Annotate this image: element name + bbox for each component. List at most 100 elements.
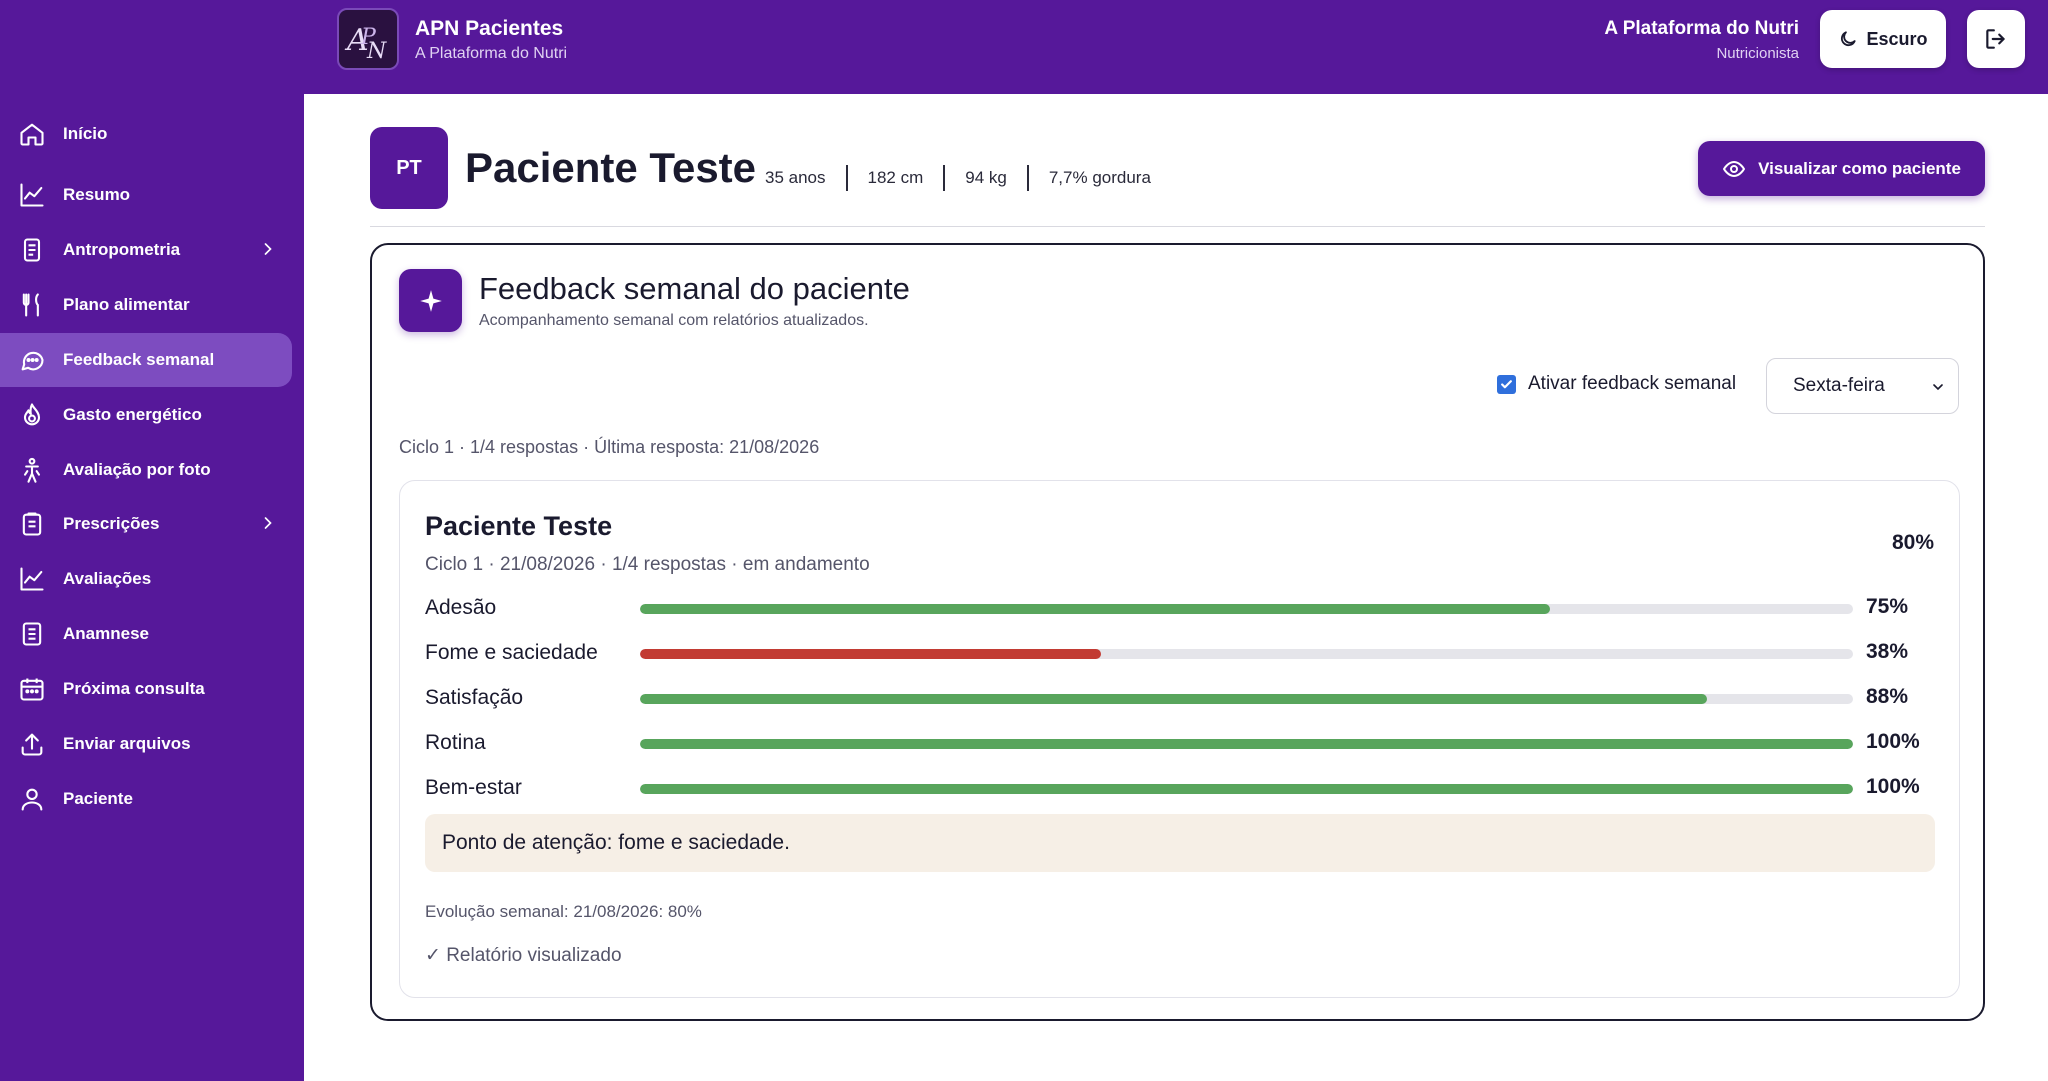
cycle-info: Ciclo 1 · 1/4 respostas · Última respost… [399, 437, 820, 457]
person-icon [23, 457, 41, 483]
score-label: Bem-estar [425, 776, 522, 799]
score-bar-fill [640, 784, 1853, 794]
sidebar-item-label: Avaliações [63, 569, 152, 588]
calendar-icon [20, 678, 44, 701]
score-bar-track [640, 739, 1853, 749]
patient-metrics: 35 anos 182 cm 94 kg 7,7% gordura [765, 165, 1171, 191]
sidebar: Início Resumo Antropometria Plano alimen… [0, 94, 304, 1081]
chevron-right-icon [264, 243, 272, 255]
attention-note: Ponto de atenção: fome e saciedade. [425, 814, 1935, 872]
chart-line-icon [20, 567, 44, 591]
app-subtitle: A Plataforma do Nutri [415, 45, 568, 62]
home-icon [20, 123, 44, 146]
sidebar-item-feedback-semanal[interactable]: Feedback semanal [0, 333, 292, 387]
view-as-patient-label: Visualizar como paciente [1758, 158, 1961, 178]
sidebar-item-label: Feedback semanal [63, 350, 215, 369]
weekly-evolution: Evolução semanal: 21/08/2026: 80% [425, 902, 702, 921]
svg-text:N: N [366, 39, 387, 64]
sidebar-item-inicio[interactable]: Início [0, 107, 292, 161]
feedback-title: Feedback semanal do paciente [479, 271, 910, 306]
chevron-down-icon [1933, 384, 1943, 391]
section-divider [370, 226, 1985, 227]
clipboard-icon [23, 238, 41, 262]
sidebar-item-avaliacao-por-foto[interactable]: Avaliação por foto [0, 443, 292, 497]
sidebar-item-prescricoes[interactable]: Prescrições [0, 497, 292, 551]
score-row: Bem-estar 100% [425, 774, 1935, 804]
report-total-score: 80% [1891, 531, 1934, 554]
score-percent: 100% [1866, 775, 1920, 798]
report-card: Paciente Teste 80% Ciclo 1 · 21/08/2026 … [399, 480, 1960, 998]
report-viewed-status: ✓ Relatório visualizado [425, 945, 622, 966]
logout-button[interactable] [1967, 10, 2025, 68]
sidebar-item-avaliacoes[interactable]: Avaliações [0, 552, 292, 606]
score-row: Fome e saciedade 38% [425, 639, 1935, 669]
score-row: Adesão 75% [425, 594, 1935, 624]
score-label: Fome e saciedade [425, 641, 598, 664]
patient-name: Paciente Teste [465, 144, 757, 191]
weekday-select[interactable]: Sexta-feira [1766, 358, 1959, 414]
sidebar-item-proxima-consulta[interactable]: Próxima consulta [0, 662, 292, 716]
patient-body-fat: 7,7% gordura [1026, 165, 1171, 191]
eye-icon [1723, 160, 1746, 177]
chat-bubble-icon [21, 351, 44, 371]
feedback-subtitle: Acompanhamento semanal com relatórios at… [479, 312, 869, 329]
sidebar-item-label: Enviar arquivos [63, 734, 191, 753]
score-bar-fill [640, 649, 1101, 659]
sidebar-item-label: Avaliação por foto [63, 460, 211, 479]
score-percent: 100% [1866, 730, 1920, 753]
sidebar-item-label: Resumo [63, 185, 131, 204]
patient-height: 182 cm [845, 165, 944, 191]
score-percent: 38% [1866, 640, 1909, 663]
score-bar-fill [640, 739, 1853, 749]
theme-toggle-label: Escuro [1866, 28, 1928, 49]
theme-toggle-button[interactable]: Escuro [1820, 10, 1946, 68]
upload-icon [21, 733, 43, 756]
report-meta: Ciclo 1 · 21/08/2026 · 1/4 respostas · e… [425, 554, 870, 575]
sidebar-item-antropometria[interactable]: Antropometria [0, 223, 292, 277]
chevron-right-icon [264, 517, 272, 529]
sidebar-item-resumo[interactable]: Resumo [0, 168, 292, 222]
score-label: Adesão [425, 596, 497, 619]
user-icon [21, 788, 43, 811]
score-bar-fill [640, 694, 1708, 704]
sparkle-icon [399, 269, 462, 332]
sidebar-item-label: Anamnese [63, 624, 149, 643]
sidebar-item-label: Plano alimentar [63, 295, 190, 314]
score-bar-track [640, 784, 1853, 794]
top-header: A P N APN Pacientes A Plataforma do Nutr… [0, 0, 2048, 94]
score-percent: 75% [1866, 595, 1909, 618]
score-percent: 88% [1866, 685, 1909, 708]
view-as-patient-button[interactable]: Visualizar como paciente [1698, 141, 1985, 196]
sidebar-item-paciente[interactable]: Paciente [0, 772, 292, 826]
score-label: Satisfação [425, 686, 524, 709]
flame-icon [23, 403, 41, 426]
patient-weight: 94 kg [943, 165, 1027, 191]
user-role: Nutricionista [1716, 45, 1799, 62]
sidebar-item-label: Paciente [63, 789, 133, 808]
sidebar-item-enviar-arquivos[interactable]: Enviar arquivos [0, 717, 292, 771]
feedback-toggle[interactable]: Ativar feedback semanal [1497, 373, 1736, 395]
score-bar-fill [640, 604, 1550, 614]
sidebar-item-plano-alimentar[interactable]: Plano alimentar [0, 278, 292, 332]
moon-icon [1841, 31, 1857, 47]
document-icon [22, 622, 42, 646]
sidebar-item-label: Gasto energético [63, 405, 202, 424]
chart-line-icon [20, 183, 44, 207]
checkbox-checked-icon[interactable] [1497, 374, 1516, 394]
score-bar-track [640, 694, 1853, 704]
sidebar-item-label: Prescrições [63, 514, 160, 533]
patient-avatar: PT [370, 127, 448, 209]
sidebar-item-label: Início [63, 124, 108, 143]
sidebar-item-label: Próxima consulta [63, 679, 205, 698]
score-bar-track [640, 649, 1853, 659]
app-title: APN Pacientes [415, 17, 564, 40]
user-name: A Plataforma do Nutri [1604, 18, 1799, 39]
feedback-card: Feedback semanal do paciente Acompanhame… [370, 243, 1985, 1021]
score-label: Rotina [425, 731, 486, 754]
utensils-icon [22, 293, 39, 317]
sidebar-item-anamnese[interactable]: Anamnese [0, 607, 292, 661]
app-logo: A P N [337, 8, 399, 70]
score-row: Satisfação 88% [425, 684, 1935, 714]
sidebar-item-gasto-energetico[interactable]: Gasto energético [0, 388, 292, 442]
patient-age: 35 anos [765, 168, 826, 187]
